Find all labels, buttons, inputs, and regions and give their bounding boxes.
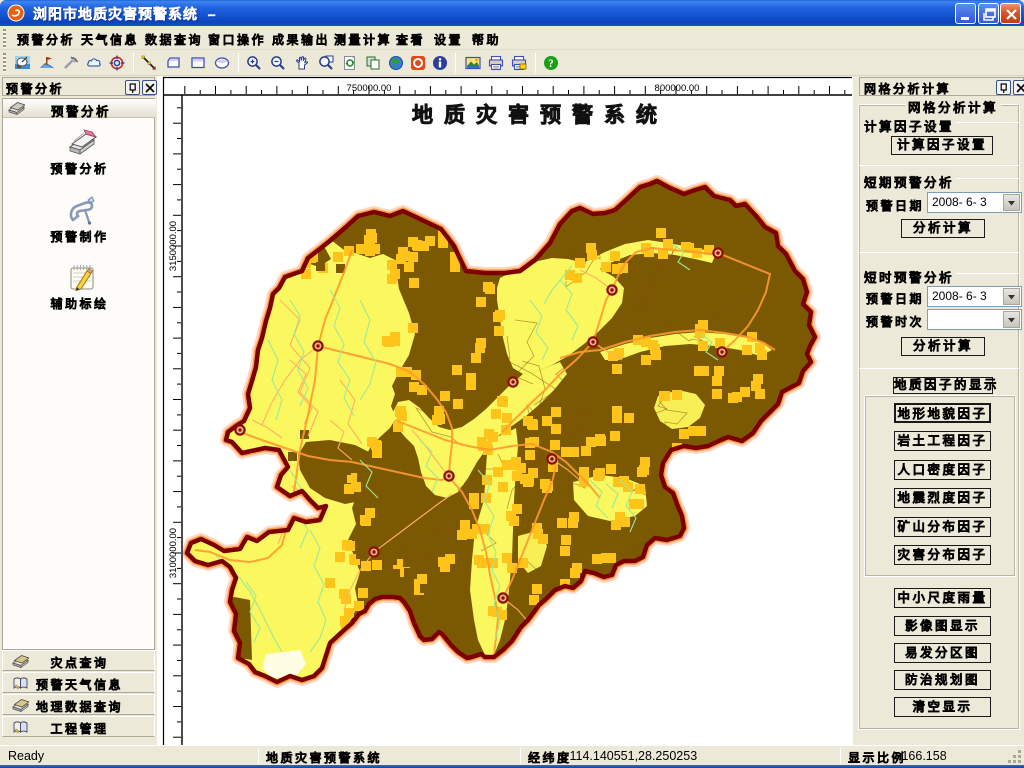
svg-text:750000.00: 750000.00 — [347, 83, 392, 94]
svg-text:?: ? — [548, 58, 554, 70]
svg-text:800000.00: 800000.00 — [655, 83, 700, 94]
svg-text:3150000.00: 3150000.00 — [168, 221, 179, 271]
svg-text:3100000.00: 3100000.00 — [168, 528, 179, 578]
